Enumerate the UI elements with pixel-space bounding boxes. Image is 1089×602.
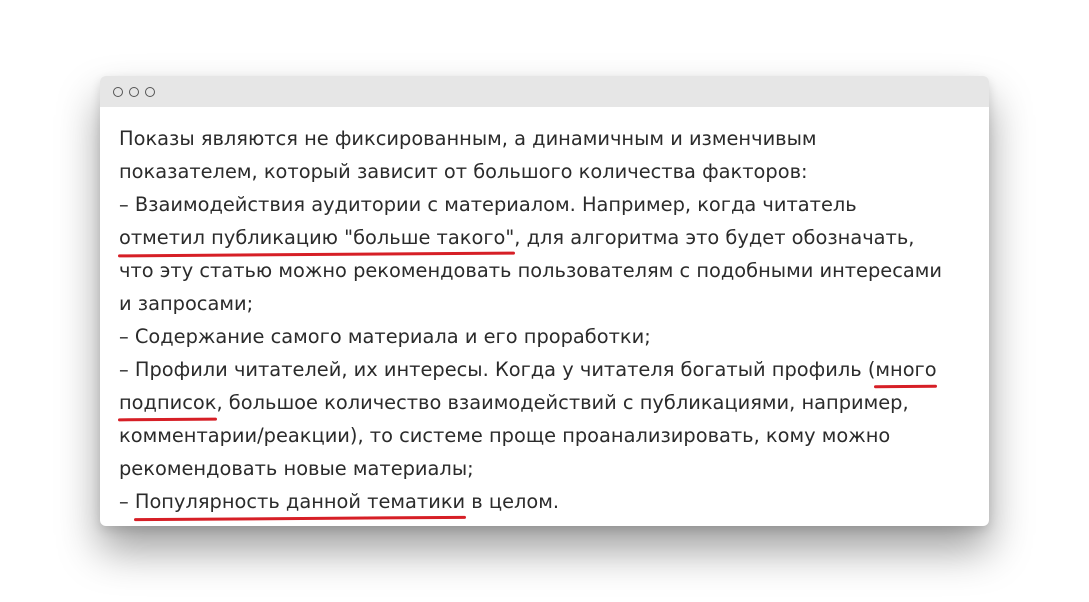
text-line: – Содержание самого материала и его прор… [119,325,651,348]
text-line: – Профили читателей, их интересы. Когда … [119,353,970,386]
text-line: – Взаимодействия аудитории с материалом.… [119,193,857,216]
text-line: что эту статью можно рекомендовать польз… [119,259,943,282]
text-line: показателем, который зависит от большого… [119,160,808,183]
text-fragment: , большое количество взаимодействий с пу… [216,391,909,414]
stage: Показы являются не фиксированным, а дина… [0,0,1089,602]
highlighted-phrase: Популярность данной тематики [134,490,466,513]
text-fragment: , для алгоритма это будет обозначать, [514,226,915,249]
text-line: – Популярность данной тематики в целом. [119,485,970,518]
window-titlebar [100,76,989,107]
highlighted-phrase: подписок [119,391,217,414]
text-line: рекомендовать новые материалы; [119,457,474,480]
window-control-circle-icon[interactable] [113,86,123,97]
text-line: отметил публикацию "больше такого", для … [119,221,970,254]
text-line: подписок, большое количество взаимодейст… [119,386,970,419]
text-fragment: в целом. [465,490,560,513]
text-line: Показы являются не фиксированным, а дина… [119,127,817,150]
text-line: и запросами; [119,292,254,315]
text-window: Показы являются не фиксированным, а дина… [100,76,989,526]
window-control-circle-icon[interactable] [129,86,139,97]
highlighted-phrase: много [875,358,937,381]
text-fragment: – [119,490,135,513]
window-control-circle-icon[interactable] [145,86,155,97]
text-content: Показы являются не фиксированным, а дина… [100,107,989,518]
highlighted-phrase: отметил публикацию "больше такого" [119,226,515,249]
text-line: комментарии/реакции), то системе проще п… [119,424,891,447]
text-fragment: – Профили читателей, их интересы. Когда … [119,358,876,381]
